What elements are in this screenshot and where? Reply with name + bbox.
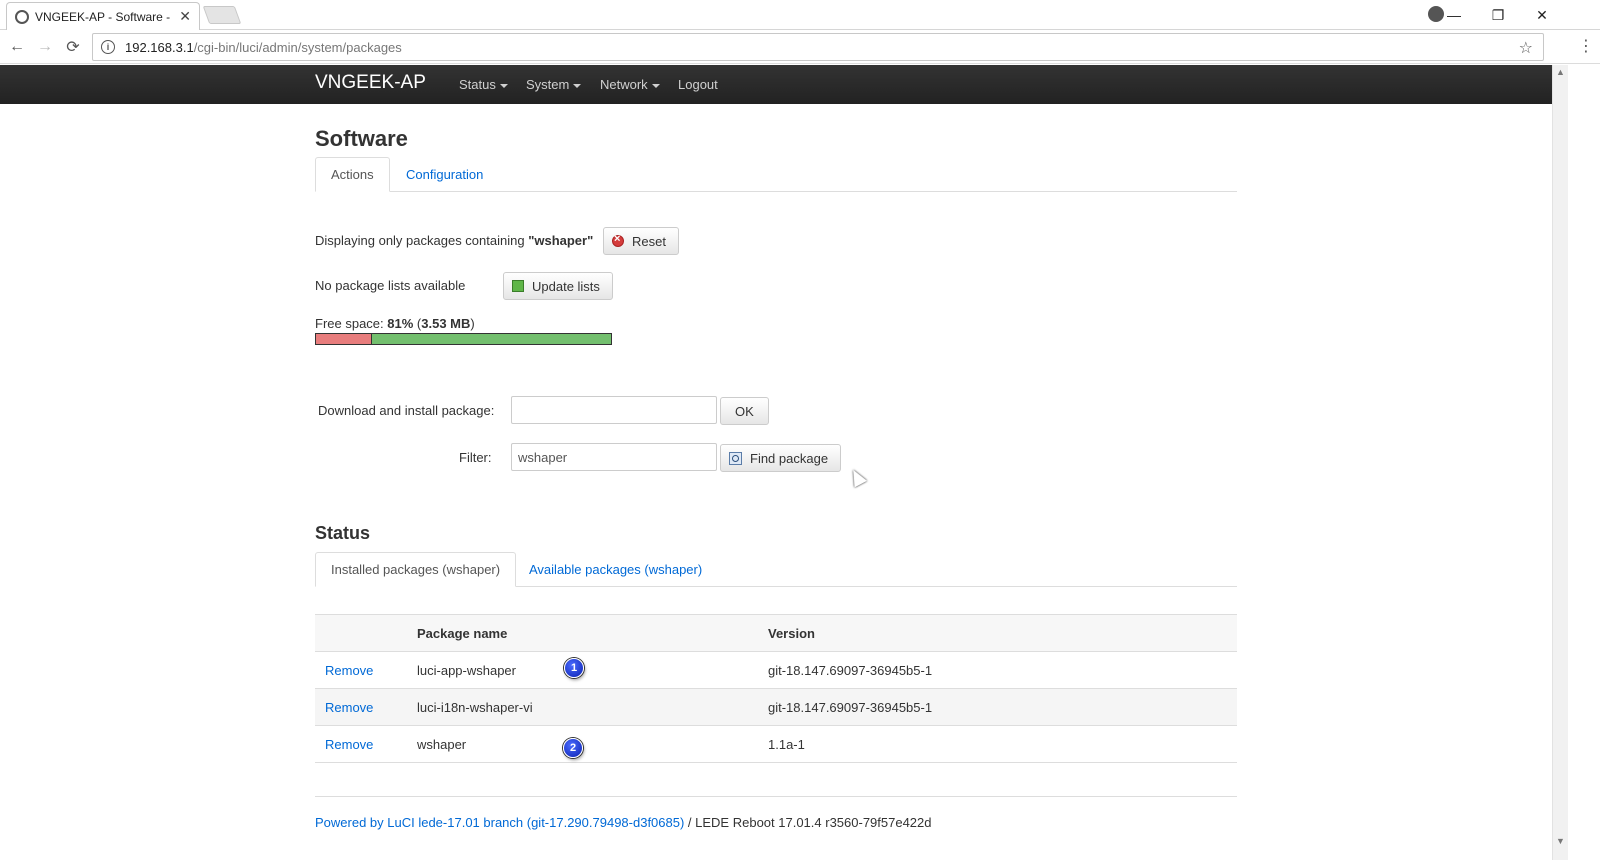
scroll-down-icon[interactable]: ▼ [1556, 836, 1565, 846]
tab-title: VNGEEK-AP - Software - [35, 9, 171, 24]
download-label: Download and install package: [318, 403, 495, 418]
filter-term: "wshaper" [528, 233, 594, 248]
status-title: Status [315, 523, 371, 543]
nav-network-label: Network [600, 77, 648, 92]
no-lists-text: No package lists available [315, 278, 466, 293]
table-row: Remove luci-app-wshaper git-18.147.69097… [315, 651, 1237, 689]
brand-logo[interactable]: VNGEEK-AP [315, 72, 426, 94]
top-navbar: VNGEEK-AP Status System Network Logout [0, 65, 1552, 104]
nav-status[interactable]: Status [459, 77, 508, 92]
restore-button[interactable]: ❐ [1476, 0, 1520, 30]
package-name: luci-i18n-wshaper-vi [417, 688, 768, 726]
chevron-down-icon [651, 83, 660, 88]
status-tabs: Installed packages (wshaper) Available p… [315, 552, 1237, 587]
info-icon[interactable]: i [101, 40, 115, 54]
browser-tabbar: VNGEEK-AP - Software - ✕ — ❐ ✕ [0, 0, 1600, 30]
find-package-button[interactable]: Find package [720, 444, 842, 472]
filter-input[interactable] [511, 443, 717, 471]
bookmark-star-icon[interactable]: ☆ [1519, 38, 1533, 58]
free-space-prefix: Free space: [315, 316, 388, 331]
free-space-percent: 81% [387, 316, 414, 331]
nav-logout[interactable]: Logout [678, 77, 718, 92]
download-package-input[interactable] [511, 396, 717, 424]
new-tab-button[interactable] [202, 6, 242, 24]
tab-configuration[interactable]: Configuration [391, 157, 498, 192]
column-header-name: Package name [417, 614, 768, 652]
annotation-badge-1: 1 [564, 658, 584, 678]
table-header: Package name Version [315, 614, 1237, 652]
url-host: 192.168.3.1 [125, 39, 194, 55]
nav-status-label: Status [459, 77, 496, 92]
package-name: wshaper [417, 725, 768, 763]
package-version: git-18.147.69097-36945b5-1 [768, 688, 1237, 726]
url-path: /cgi-bin/luci/admin/system/packages [193, 39, 402, 55]
used-space-fill [316, 334, 373, 344]
filter-notice: Displaying only packages containing "wsh… [315, 233, 593, 248]
remove-link[interactable]: Remove [325, 737, 373, 752]
tab-installed-packages[interactable]: Installed packages (wshaper) [315, 552, 517, 587]
free-space-size: 3.53 MB [421, 316, 471, 331]
remove-link[interactable]: Remove [325, 663, 373, 678]
chevron-down-icon [499, 83, 508, 88]
footer-version-text: / LEDE Reboot 17.01.4 r3560-79f57e422d [684, 815, 932, 830]
table-row: Remove luci-i18n-wshaper-vi git-18.147.6… [315, 688, 1237, 726]
update-lists-button[interactable]: Update lists [503, 272, 613, 300]
browser-menu-icon[interactable]: ⋮ [1578, 36, 1594, 56]
package-version: git-18.147.69097-36945b5-1 [768, 651, 1237, 689]
browser-toolbar: ← → ⟳ i 192.168.3.1/cgi-bin/luci/admin/s… [0, 30, 1600, 64]
tab-available-packages[interactable]: Available packages (wshaper) [514, 552, 717, 587]
filter-notice-text: Displaying only packages containing [315, 233, 529, 248]
update-lists-label: Update lists [532, 278, 600, 294]
package-version: 1.1a-1 [768, 725, 1237, 763]
luci-link[interactable]: Powered by LuCI lede-17.01 branch (git-1… [315, 815, 684, 830]
tab-close-icon[interactable]: ✕ [179, 8, 191, 25]
column-header-action [315, 614, 417, 652]
forward-button[interactable]: → [34, 36, 56, 58]
web-page: VNGEEK-AP Status System Network Logout S… [0, 65, 1552, 860]
filter-label: Filter: [459, 450, 492, 465]
scroll-up-icon[interactable]: ▲ [1556, 67, 1565, 77]
page-title: Software [315, 126, 408, 151]
chevron-down-icon [573, 83, 582, 88]
ok-label: OK [735, 403, 754, 419]
table-row: Remove wshaper 1.1a-1 [315, 725, 1237, 763]
annotation-badge-2: 2 [563, 738, 583, 758]
tab-actions[interactable]: Actions [315, 157, 390, 192]
window-close-button[interactable]: ✕ [1520, 0, 1564, 30]
back-button[interactable]: ← [6, 36, 28, 58]
page-scrollbar[interactable]: ▲ ▼ [1552, 65, 1568, 860]
nav-network[interactable]: Network [600, 77, 660, 92]
ok-button[interactable]: OK [720, 397, 769, 425]
nav-system[interactable]: System [526, 77, 582, 92]
find-package-label: Find package [750, 450, 829, 466]
update-icon [512, 280, 524, 292]
reload-button[interactable]: ⟳ [62, 36, 84, 58]
free-space-bar [315, 333, 612, 345]
reset-icon [612, 233, 624, 247]
find-icon [729, 451, 742, 465]
free-space-label: Free space: 81% (3.53 MB) [315, 316, 475, 331]
address-bar[interactable]: i 192.168.3.1/cgi-bin/luci/admin/system/… [92, 33, 1544, 61]
reset-button[interactable]: Reset [603, 227, 679, 255]
remove-link[interactable]: Remove [325, 700, 373, 715]
footer: Powered by LuCI lede-17.01 branch (git-1… [315, 796, 1237, 830]
browser-tab[interactable]: VNGEEK-AP - Software - ✕ [6, 2, 200, 30]
nav-system-label: System [526, 77, 570, 92]
minimize-button[interactable]: — [1432, 0, 1476, 30]
section-tabs: Actions Configuration [315, 157, 1237, 192]
packages-table: Package name Version Remove luci-app-wsh… [315, 614, 1237, 763]
reset-label: Reset [632, 233, 666, 249]
favicon-icon [15, 9, 29, 24]
package-name: luci-app-wshaper [417, 651, 768, 689]
column-header-version: Version [768, 614, 1237, 652]
